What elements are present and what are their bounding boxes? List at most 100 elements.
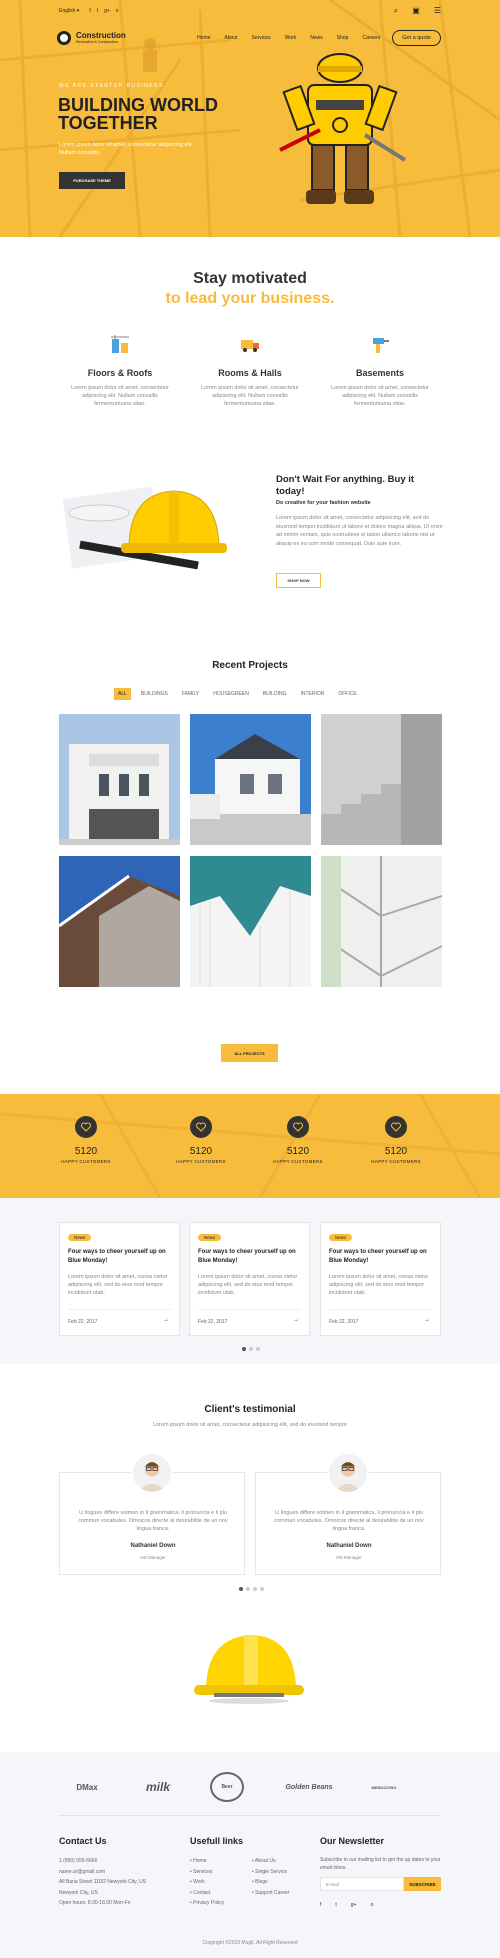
brand-logo[interactable]: Golden Beans bbox=[284, 1772, 334, 1802]
contact-email[interactable]: name.ar@gmail.com bbox=[59, 1867, 169, 1878]
divider bbox=[59, 1815, 441, 1816]
news-card[interactable]: News Four ways to cheer yourself up on B… bbox=[59, 1222, 180, 1336]
project-grid bbox=[59, 714, 442, 1018]
instagram-icon[interactable]: o bbox=[116, 8, 119, 14]
project-image[interactable] bbox=[59, 714, 180, 845]
social-links: f t g+ o bbox=[89, 8, 118, 14]
footer-link[interactable]: • Services bbox=[190, 1867, 250, 1878]
hero-section: English ▾ f t g+ o ⌕ ▣ ☰ Construction Re… bbox=[0, 0, 500, 237]
news-pagination bbox=[242, 1347, 260, 1351]
pagination-dot[interactable] bbox=[256, 1347, 260, 1351]
filter-all[interactable]: ALL bbox=[114, 688, 131, 700]
heart-icon bbox=[287, 1116, 309, 1138]
logo-mark[interactable] bbox=[57, 31, 71, 45]
all-projects-button[interactable]: ALL PROJECTS bbox=[221, 1044, 278, 1062]
nav-item-about[interactable]: About bbox=[224, 35, 237, 41]
avatar bbox=[327, 1452, 369, 1494]
counter-item: 5120 HAPPY CUSTOMERS bbox=[161, 1116, 241, 1164]
news-excerpt: Lorem ipsum dolor sit amet, consa ctetur… bbox=[329, 1274, 429, 1296]
contact-phone[interactable]: 1 (800) 555-6666 bbox=[59, 1856, 169, 1867]
brand-logo[interactable]: milk bbox=[138, 1772, 178, 1802]
pagination-dot[interactable] bbox=[239, 1587, 243, 1591]
testimonial-subtitle: Lorem ipsum dolor sit amet, consectetur … bbox=[152, 1422, 348, 1428]
pagination-dot[interactable] bbox=[246, 1587, 250, 1591]
twitter-icon[interactable]: t bbox=[97, 8, 98, 14]
brand-tagline: Renovation & Construction bbox=[76, 39, 118, 44]
nav-item-home[interactable]: Home bbox=[197, 35, 210, 41]
brand-logo[interactable]: DMax bbox=[59, 1772, 115, 1802]
project-image[interactable] bbox=[59, 856, 180, 987]
footer-link[interactable]: • About Us bbox=[252, 1856, 312, 1867]
news-title[interactable]: Four ways to cheer yourself up on Blue M… bbox=[68, 1248, 174, 1265]
testimonial-role: HD Manager bbox=[140, 1555, 166, 1560]
news-title[interactable]: Four ways to cheer yourself up on Blue M… bbox=[329, 1248, 435, 1265]
heart-icon bbox=[385, 1116, 407, 1138]
google-plus-icon[interactable]: g+ bbox=[351, 1902, 357, 1908]
divider bbox=[198, 1309, 301, 1310]
cart-icon[interactable]: ▣ bbox=[412, 6, 420, 16]
pagination-dot[interactable] bbox=[242, 1347, 246, 1351]
facebook-icon[interactable]: f bbox=[320, 1902, 321, 1908]
news-excerpt: Lorem ipsum dolor sit amet, consa ctetur… bbox=[68, 1274, 168, 1296]
filter-office[interactable]: OFFICE bbox=[334, 688, 360, 700]
news-tag: News bbox=[329, 1234, 353, 1241]
footer-link[interactable]: • Work bbox=[190, 1877, 250, 1888]
pagination-dot[interactable] bbox=[253, 1587, 257, 1591]
news-title[interactable]: Four ways to cheer yourself up on Blue M… bbox=[198, 1248, 304, 1265]
project-image[interactable] bbox=[321, 856, 442, 987]
menu-icon[interactable]: ☰ bbox=[434, 6, 441, 16]
feature-title: Floors & Roofs bbox=[87, 368, 153, 378]
brand-logo[interactable]: MENDOCINO bbox=[362, 1772, 406, 1802]
pagination-dot[interactable] bbox=[260, 1587, 264, 1591]
worker-tools-illustration bbox=[279, 53, 407, 204]
counter-label: HAPPY CUSTOMERS bbox=[61, 1159, 111, 1164]
shop-now-button[interactable]: SHOP NOW bbox=[276, 573, 321, 588]
instagram-icon[interactable]: o bbox=[370, 1902, 373, 1908]
facebook-icon[interactable]: f bbox=[89, 8, 90, 14]
language-select[interactable]: English ▾ bbox=[59, 8, 79, 14]
divider bbox=[68, 1309, 171, 1310]
purchase-theme-button[interactable]: PURCHASE THEME bbox=[59, 172, 125, 189]
footer-link[interactable]: • Privacy Policy bbox=[190, 1898, 250, 1909]
search-icon[interactable]: ⌕ bbox=[394, 6, 398, 16]
truck-icon bbox=[241, 340, 259, 352]
footer-link[interactable]: • Support Career bbox=[252, 1888, 312, 1899]
pagination-dot[interactable] bbox=[249, 1347, 253, 1351]
filter-family[interactable]: FAMILY bbox=[178, 688, 203, 700]
testimonial-title: Client's testimonial bbox=[204, 1404, 296, 1415]
logo[interactable]: Construction Renovation & Construction bbox=[76, 31, 126, 45]
footer-link[interactable]: • Home bbox=[190, 1856, 250, 1867]
arrow-right-icon[interactable]: → bbox=[424, 1317, 430, 1323]
heart-icon bbox=[75, 1116, 97, 1138]
twitter-icon[interactable]: t bbox=[335, 1902, 336, 1908]
arrow-right-icon[interactable]: → bbox=[163, 1317, 169, 1323]
feature-title: Rooms & Halls bbox=[218, 368, 282, 378]
filter-building[interactable]: BUILDING bbox=[259, 688, 291, 700]
filter-housegreen[interactable]: HOUSEGREEN bbox=[209, 688, 253, 700]
footer-link[interactable]: • Single Service bbox=[252, 1867, 312, 1878]
brand-logo[interactable]: Beer bbox=[210, 1772, 244, 1802]
footer-link[interactable]: • Blogs bbox=[252, 1877, 312, 1888]
news-card[interactable]: News Four ways to cheer yourself up on B… bbox=[320, 1222, 441, 1336]
nav-item-services[interactable]: Services bbox=[251, 35, 270, 41]
newsletter-heading: Our Newsletter bbox=[320, 1836, 385, 1846]
news-date: Feb 22, 2017 bbox=[68, 1319, 98, 1325]
project-image[interactable] bbox=[190, 714, 311, 845]
filter-buildings[interactable]: BUILDINGS bbox=[137, 688, 172, 700]
top-bar: English ▾ f t g+ o ⌕ ▣ ☰ bbox=[59, 4, 441, 18]
news-card[interactable]: News Four ways to cheer yourself up on B… bbox=[189, 1222, 310, 1336]
arrow-right-icon[interactable]: → bbox=[293, 1317, 299, 1323]
google-plus-icon[interactable]: g+ bbox=[104, 8, 110, 14]
contact-heading: Contact Us bbox=[59, 1836, 107, 1846]
news-tag: News bbox=[68, 1234, 92, 1241]
counter-value: 5120 bbox=[384, 1146, 408, 1157]
testimonial-name: Nathaniel Down bbox=[130, 1543, 176, 1549]
filter-interior[interactable]: INTERIOR bbox=[296, 688, 328, 700]
project-image[interactable] bbox=[321, 714, 442, 845]
divider bbox=[329, 1309, 432, 1310]
footer-link[interactable]: • Contact bbox=[190, 1888, 250, 1899]
subscribe-button[interactable]: SUBSCRIBE bbox=[404, 1877, 441, 1891]
project-image[interactable] bbox=[190, 856, 311, 987]
page: English ▾ f t g+ o ⌕ ▣ ☰ Construction Re… bbox=[0, 0, 500, 1958]
email-input[interactable]: E-mail bbox=[320, 1877, 404, 1891]
